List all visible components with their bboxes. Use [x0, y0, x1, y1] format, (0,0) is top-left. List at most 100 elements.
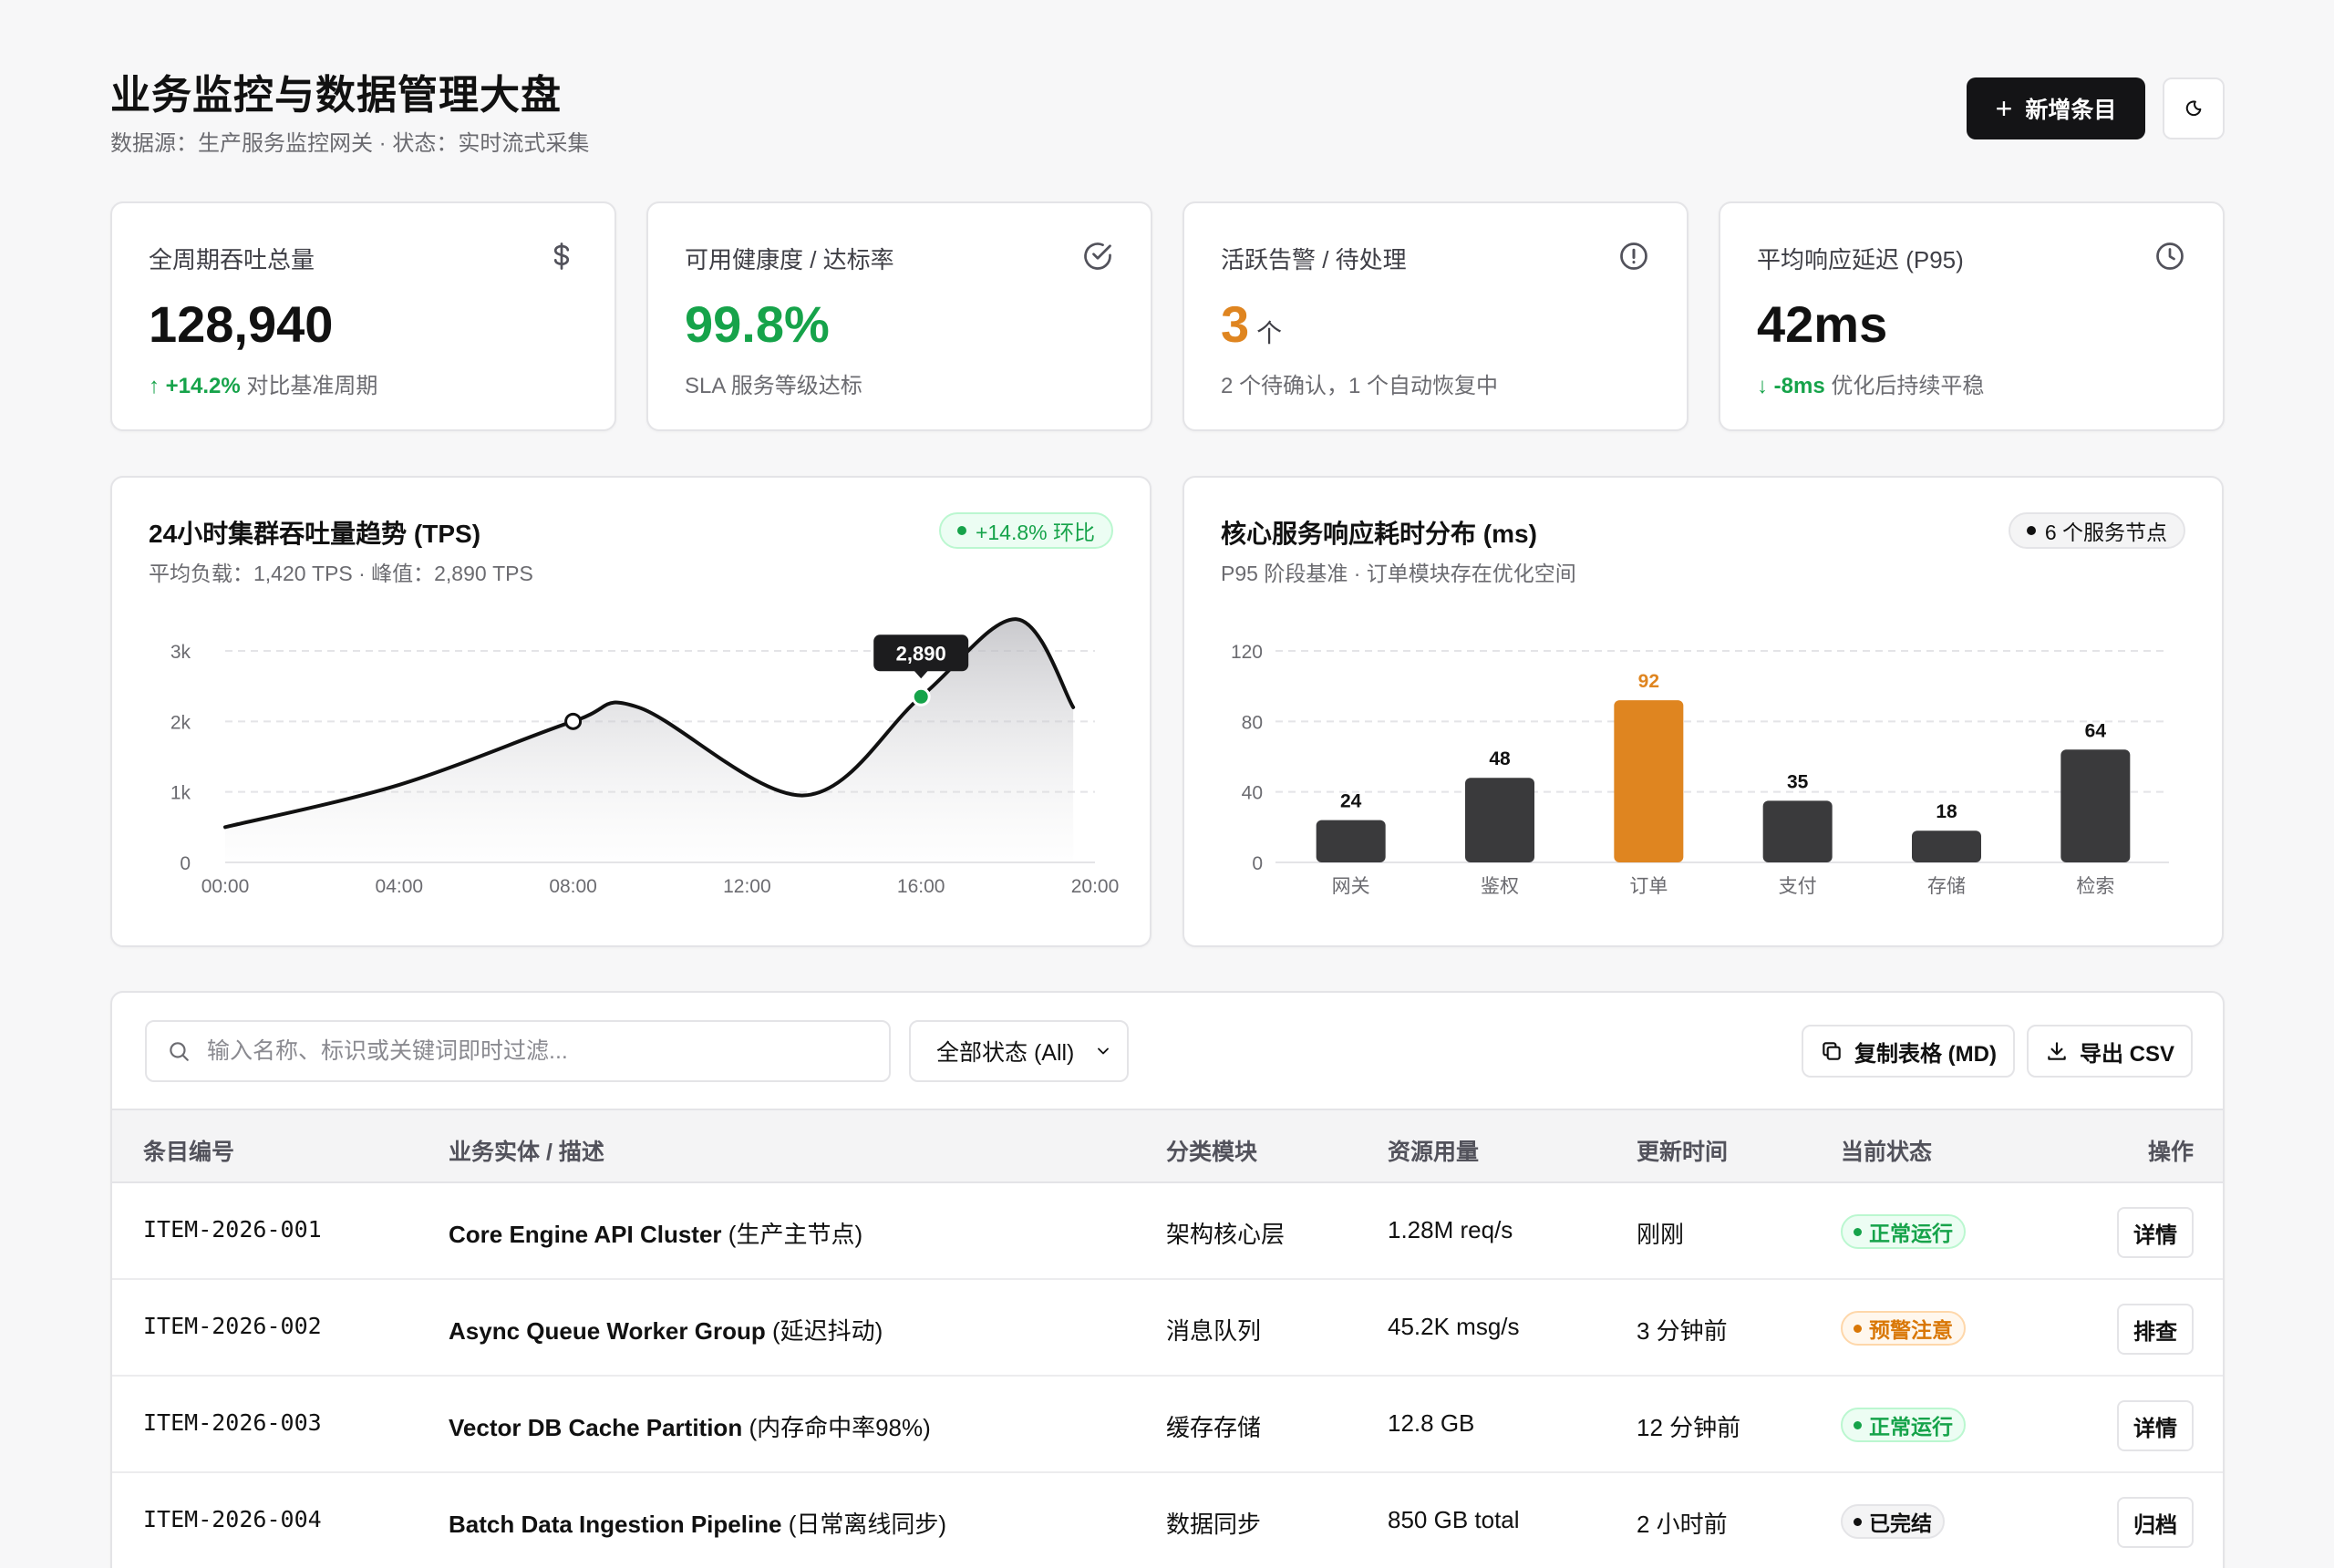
- copy-table-button[interactable]: 复制表格 (MD): [1802, 1025, 2015, 1078]
- y-tick-label: 0: [1252, 853, 1263, 874]
- x-tick-label: 网关: [1332, 876, 1370, 897]
- add-item-label: 新增条目: [2025, 98, 2117, 123]
- bar-value-label: 18: [1936, 801, 1957, 822]
- copy-table-label: 复制表格 (MD): [1854, 1041, 1997, 1067]
- y-tick-label: 1k: [170, 783, 191, 804]
- chevron-down-icon: [1098, 1047, 1109, 1055]
- entity-name: Core Engine API Cluster: [449, 1221, 722, 1248]
- throughput-area-chart: 0 1k 2k 3k 00:00 04:00 08:00 12:00 16:00 20:00 2,8…: [170, 617, 1119, 897]
- search-box[interactable]: [145, 1020, 891, 1082]
- kpi-label: 可用健康度 / 达标率: [685, 246, 894, 273]
- x-tick-label: 04:00: [376, 876, 424, 897]
- detail-button[interactable]: 详情: [2117, 1400, 2194, 1451]
- item-id: ITEM-2026-002: [143, 1313, 322, 1339]
- status-badge: 正常运行: [1841, 1214, 1966, 1249]
- bar-value-label: 35: [1787, 771, 1809, 792]
- kpi-note: 对比基准周期: [246, 374, 378, 398]
- bar-value-label: 24: [1340, 791, 1362, 812]
- updated-time: 12 分钟前: [1637, 1414, 1741, 1441]
- dot-icon: [1854, 1420, 1862, 1429]
- y-tick-label: 3k: [170, 642, 191, 663]
- entity-desc: (日常离线同步): [788, 1511, 947, 1538]
- x-tick-label: 鉴权: [1481, 876, 1519, 897]
- item-id: ITEM-2026-004: [143, 1506, 322, 1532]
- y-tick-label: 2k: [170, 712, 191, 733]
- dot-icon: [1854, 1227, 1862, 1236]
- table-row[interactable]: ITEM-2026-003 Vector DB Cache Partition …: [112, 1377, 2223, 1473]
- theme-toggle-button[interactable]: [2163, 77, 2225, 139]
- status-filter-select[interactable]: 全部状态 (All): [909, 1020, 1129, 1082]
- item-id: ITEM-2026-003: [143, 1409, 322, 1436]
- bar: [1465, 778, 1534, 862]
- bar: [1316, 820, 1386, 862]
- kpi-label: 平均响应延迟 (P95): [1757, 246, 1964, 273]
- entity-name: Batch Data Ingestion Pipeline: [449, 1511, 782, 1538]
- x-tick-label: 00:00: [201, 876, 250, 897]
- bar: [1762, 800, 1833, 862]
- kpi-value: 128,940: [149, 295, 334, 353]
- kpi-delta: ↓ -8ms: [1757, 374, 1825, 398]
- latency-chart-card: 核心服务响应耗时分布 (ms) P95 阶段基准 · 订单模块存在优化空间 6 …: [1182, 476, 2224, 947]
- y-tick-label: 80: [1242, 712, 1263, 733]
- peak-tooltip-label: 2,890: [896, 642, 946, 665]
- kpi-label: 活跃告警 / 待处理: [1221, 246, 1407, 273]
- page-title: 业务监控与数据管理大盘: [110, 73, 562, 118]
- usage: 1.28M req/s: [1388, 1216, 1513, 1243]
- column-header: 操作: [2147, 1140, 2194, 1165]
- investigate-button[interactable]: 排查: [2117, 1304, 2194, 1355]
- table-row[interactable]: ITEM-2026-004 Batch Data Ingestion Pipel…: [112, 1473, 2223, 1568]
- entity-desc: (生产主节点): [728, 1221, 863, 1248]
- bar-value-label: 64: [2085, 720, 2107, 741]
- peak-point-marker: [911, 686, 931, 707]
- usage: 45.2K msg/s: [1388, 1313, 1520, 1340]
- moon-icon: [2185, 100, 2202, 117]
- x-tick-label: 08:00: [549, 876, 597, 897]
- kpi-unit: 个: [1256, 319, 1283, 347]
- data-table-card: 全部状态 (All) 复制表格 (MD) 导出 CSV 条目编号 业务实体 / …: [110, 991, 2225, 1568]
- x-tick-label: 支付: [1779, 876, 1817, 897]
- x-tick-label: 订单: [1629, 876, 1668, 897]
- column-header[interactable]: 条目编号: [143, 1134, 234, 1167]
- archive-button[interactable]: 归档: [2117, 1497, 2194, 1548]
- kpi-value: 99.8%: [685, 295, 830, 353]
- status-label: 预警注意: [1869, 1318, 1953, 1342]
- column-header[interactable]: 业务实体 / 描述: [449, 1134, 604, 1167]
- add-item-button[interactable]: + 新增条目: [1967, 77, 2145, 139]
- dot-icon: [1854, 1324, 1862, 1333]
- category: 消息队列: [1166, 1317, 1262, 1345]
- alert-circle-icon: [1620, 242, 1647, 270]
- item-id: ITEM-2026-001: [143, 1216, 322, 1243]
- y-tick-label: 0: [180, 853, 191, 874]
- kpi-label: 全周期吞吐总量: [149, 246, 315, 273]
- y-tick-label: 120: [1231, 642, 1263, 663]
- export-csv-button[interactable]: 导出 CSV: [2027, 1025, 2194, 1078]
- export-csv-label: 导出 CSV: [2080, 1041, 2175, 1067]
- bar-value-label: 48: [1489, 748, 1511, 769]
- column-header[interactable]: 当前状态: [1841, 1134, 1932, 1167]
- column-header[interactable]: 分类模块: [1166, 1134, 1257, 1167]
- detail-button[interactable]: 详情: [2117, 1207, 2194, 1258]
- table-row[interactable]: ITEM-2026-001 Core Engine API Cluster (生…: [112, 1183, 2223, 1280]
- x-tick-label: 16:00: [897, 876, 945, 897]
- category: 数据同步: [1166, 1511, 1262, 1538]
- clock-icon: [2156, 242, 2184, 270]
- latency-bar-chart: 0 40 80 120 24 网关 48 鉴权 92 订单 35 支付 18 存储 64 检索: [1231, 642, 2169, 897]
- table-row[interactable]: ITEM-2026-002 Async Queue Worker Group (…: [112, 1280, 2223, 1377]
- status-badge: 预警注意: [1841, 1311, 1966, 1346]
- status-badge: 已完结: [1841, 1504, 1945, 1539]
- kpi-note: 2 个待确认，1 个自动恢复中: [1221, 374, 1499, 398]
- search-input[interactable]: [207, 1037, 845, 1065]
- updated-time: 刚刚: [1637, 1221, 1685, 1248]
- column-header[interactable]: 资源用量: [1388, 1134, 1479, 1167]
- category: 缓存存储: [1166, 1414, 1262, 1441]
- column-header[interactable]: 更新时间: [1637, 1134, 1728, 1167]
- page-subtitle: 数据源：生产服务监控网关 · 状态：实时流式采集: [110, 131, 590, 156]
- kpi-note: 优化后持续平稳: [1831, 374, 1985, 398]
- data-point-marker: [564, 712, 583, 730]
- entity-name: Async Queue Worker Group: [449, 1317, 766, 1345]
- dot-icon: [1854, 1517, 1862, 1526]
- bar: [2060, 749, 2131, 862]
- updated-time: 2 小时前: [1637, 1511, 1728, 1538]
- x-tick-label: 存储: [1927, 876, 1966, 897]
- check-circle-icon: [1084, 242, 1111, 270]
